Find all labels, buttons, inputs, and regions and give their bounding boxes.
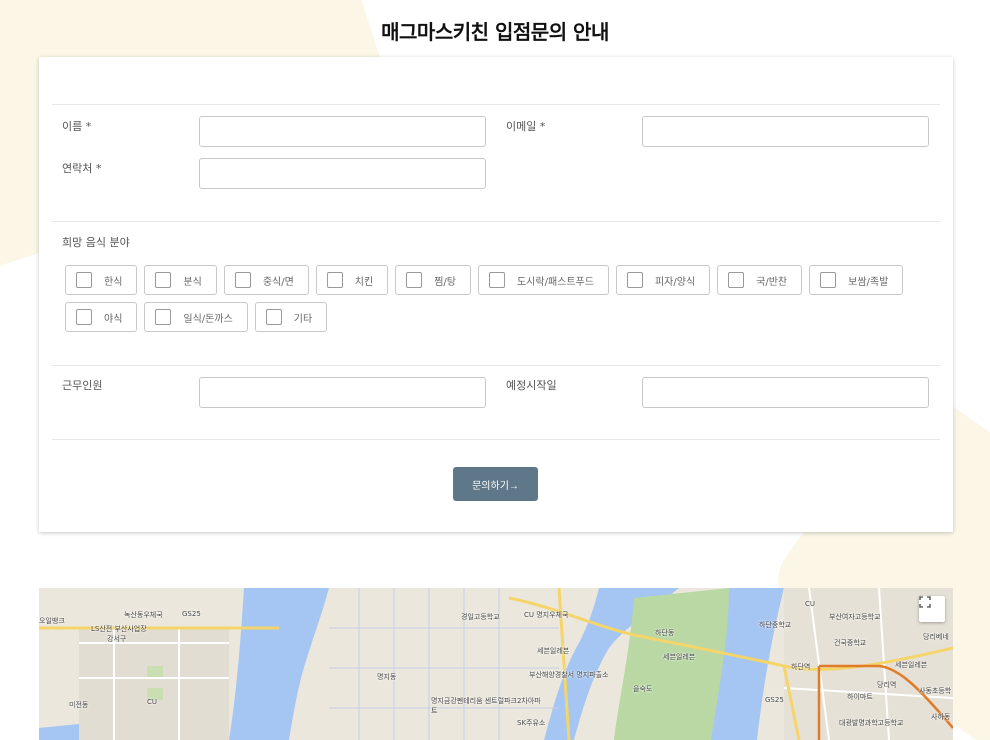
location-map[interactable]: 오일뱅크 녹산동우체국 GS25 LS산전 부산사업장 강서구 CU 미전동 C… xyxy=(39,588,953,740)
food-option-bossam[interactable]: 보쌈/족발 xyxy=(809,265,904,295)
name-input[interactable] xyxy=(199,116,486,147)
checkbox[interactable] xyxy=(76,272,92,288)
map-label: 하단역 xyxy=(791,663,811,671)
map-label: CU xyxy=(147,698,158,706)
map-label: 대광발명과학고등학교 xyxy=(839,719,904,727)
checkbox[interactable] xyxy=(155,272,172,288)
map-label: 하단동 xyxy=(655,629,675,637)
checkbox[interactable] xyxy=(155,309,172,325)
map-label: 오일뱅크 xyxy=(39,617,65,625)
staff-count-input[interactable] xyxy=(199,377,486,408)
checkbox[interactable] xyxy=(265,309,282,325)
map-label: 당리역 xyxy=(877,681,897,689)
map-label: SK주유소 xyxy=(517,719,546,727)
option-label: 분식 xyxy=(183,276,202,288)
inquiry-form: 이름 * 이메일 * 연락처 * 희망 음식 분야 한식 분식 중식/면 치킨 … xyxy=(39,57,953,532)
map-label: 세븐일레븐 xyxy=(895,661,928,669)
start-date-input[interactable] xyxy=(642,377,929,408)
divider xyxy=(52,221,940,222)
food-category-label: 희망 음식 분야 xyxy=(62,236,130,249)
option-label: 중식/면 xyxy=(262,276,294,288)
divider xyxy=(52,439,940,440)
food-option-stew[interactable]: 찜/탕 xyxy=(395,265,471,295)
food-option-japanese[interactable]: 일식/돈까스 xyxy=(144,302,248,332)
option-label: 피자/양식 xyxy=(654,276,696,288)
checkbox[interactable] xyxy=(488,272,505,288)
food-option-chicken[interactable]: 치킨 xyxy=(315,265,389,295)
map-label: 미전동 xyxy=(69,701,89,709)
checkbox[interactable] xyxy=(626,272,643,288)
page-title: 매그마스키친 입점문의 안내 xyxy=(381,20,609,44)
map-label: 사동초등학 xyxy=(919,687,952,695)
option-label: 기타 xyxy=(293,313,313,325)
map-label: CU xyxy=(805,600,816,608)
fullscreen-button[interactable] xyxy=(919,596,945,622)
start-date-label: 예정시작일 xyxy=(506,379,557,392)
map-label: 강서구 xyxy=(107,635,127,643)
food-option-bunsik[interactable]: 분식 xyxy=(144,265,217,295)
food-option-soup[interactable]: 국/반찬 xyxy=(717,265,803,295)
map-label: 사하동 xyxy=(931,713,951,721)
food-option-hansik[interactable]: 한식 xyxy=(65,265,138,295)
map-label: GS25 xyxy=(182,610,201,618)
food-option-lunchbox[interactable]: 도시락/패스트푸드 xyxy=(477,265,609,295)
divider xyxy=(52,365,940,366)
checkbox[interactable] xyxy=(76,309,92,325)
food-option-latenight[interactable]: 야식 xyxy=(65,302,138,332)
option-label: 치킨 xyxy=(354,276,374,288)
staff-count-label: 근무인원 xyxy=(62,379,103,392)
phone-label: 연락처 * xyxy=(62,162,102,175)
option-label: 야식 xyxy=(104,313,123,325)
map-label: 부산해양경찰서 명지파출소 xyxy=(529,671,609,679)
map-label: 부산여자고등학교 xyxy=(829,613,881,621)
map-label: 녹산동우체국 xyxy=(124,611,163,619)
map-label: 건국중학교 xyxy=(834,639,867,647)
map-label: LS산전 부산사업장 xyxy=(91,625,147,633)
option-label: 찜/탕 xyxy=(434,276,456,288)
option-label: 한식 xyxy=(104,276,123,288)
checkbox[interactable] xyxy=(234,272,251,288)
map-label: 세븐일레븐 xyxy=(663,653,696,661)
option-label: 일식/돈까스 xyxy=(183,313,233,325)
map-label: 세븐일레븐 xyxy=(537,647,570,655)
divider xyxy=(52,104,940,105)
food-option-pizza[interactable]: 피자/양식 xyxy=(615,265,711,295)
map-label: 경일고등학교 xyxy=(461,613,500,621)
checkbox[interactable] xyxy=(728,272,745,288)
checkbox[interactable] xyxy=(820,272,837,288)
map-label: CU 명지우체국 xyxy=(524,611,569,619)
option-label: 도시락/패스트푸드 xyxy=(516,276,594,288)
map-label: 당리베네 xyxy=(923,633,949,641)
submit-inquiry-button[interactable]: 문의하기→ xyxy=(453,467,538,501)
fullscreen-icon xyxy=(919,596,931,608)
map-label: 명지금강펜테리움 센트럴파크2차아파트 xyxy=(431,697,541,715)
phone-input[interactable] xyxy=(199,158,486,189)
map-label: 하이마트 xyxy=(847,693,873,701)
food-category-options: 한식 분식 중식/면 치킨 찜/탕 도시락/패스트푸드 피자/양식 국/반찬 보… xyxy=(65,265,925,339)
email-label: 이메일 * xyxy=(506,120,546,133)
name-label: 이름 * xyxy=(62,120,92,133)
map-label: 하단중학교 xyxy=(759,621,792,629)
map-label: 명지동 xyxy=(377,673,397,681)
option-label: 보쌈/족발 xyxy=(848,276,889,288)
email-input[interactable] xyxy=(642,116,929,147)
option-label: 국/반찬 xyxy=(756,276,788,288)
map-canvas xyxy=(39,588,953,740)
food-option-chinese[interactable]: 중식/면 xyxy=(223,265,309,295)
map-label: GS25 xyxy=(765,696,784,704)
checkbox[interactable] xyxy=(406,272,423,288)
food-option-other[interactable]: 기타 xyxy=(254,302,328,332)
checkbox[interactable] xyxy=(326,272,343,288)
map-label: 을숙도 xyxy=(633,685,653,693)
